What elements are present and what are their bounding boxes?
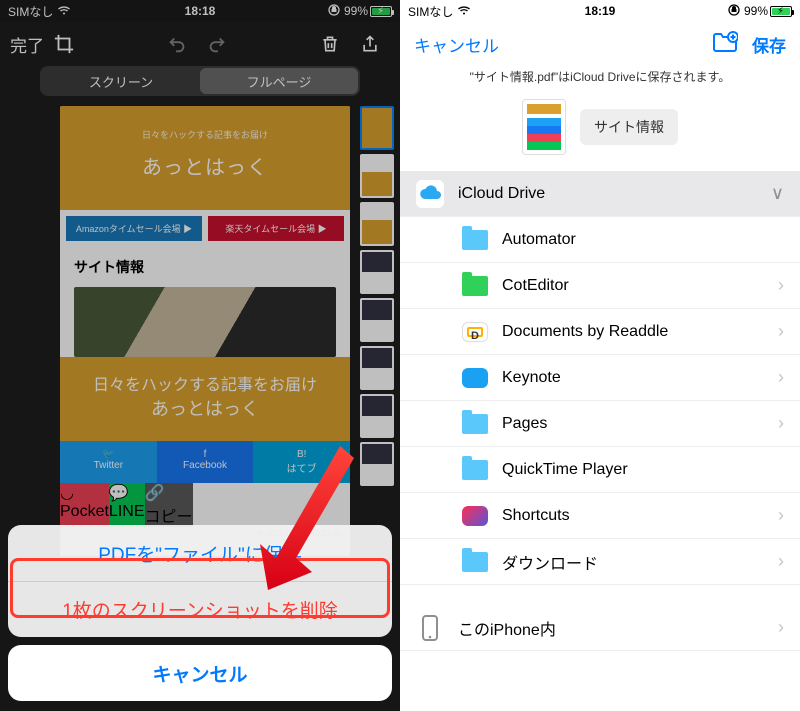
chevron-right-icon: ›: [778, 413, 784, 434]
new-folder-icon[interactable]: [712, 31, 738, 58]
chevron-right-icon: ›: [778, 367, 784, 388]
chevron-right-icon: ›: [778, 505, 784, 526]
chevron-right-icon: ›: [778, 275, 784, 296]
file-thumbnail: [522, 99, 566, 155]
row-label: Documents by Readdle: [502, 323, 778, 341]
row-quicktime[interactable]: QuickTime Player: [400, 447, 800, 493]
row-label: Automator: [502, 231, 784, 249]
chevron-right-icon: ›: [778, 321, 784, 342]
nav-bar: キャンセル 保存: [400, 22, 800, 66]
folder-icon: [462, 414, 488, 434]
clock: 18:19: [585, 4, 616, 18]
icloud-icon: [416, 180, 444, 208]
row-keynote[interactable]: Keynote ›: [400, 355, 800, 401]
location-list: iCloud Drive ∨ Automator CotEditor › D D…: [400, 171, 800, 651]
app-icon-keynote: [462, 368, 488, 388]
folder-icon: [462, 552, 488, 572]
row-label: Shortcuts: [502, 507, 778, 525]
row-label: このiPhone内: [458, 616, 778, 640]
row-shortcuts[interactable]: Shortcuts ›: [400, 493, 800, 539]
row-label: CotEditor: [502, 277, 778, 295]
folder-icon: [462, 460, 488, 480]
battery-indicator: 99% ⚡︎: [744, 4, 792, 18]
row-label: Keynote: [502, 369, 778, 387]
filename-field[interactable]: サイト情報: [580, 109, 678, 145]
app-icon-shortcuts: [462, 506, 488, 526]
left-screenshot-editor: SIMなし 18:18 99% ⚡︎ 完了: [0, 0, 400, 711]
row-label: Pages: [502, 415, 778, 433]
app-icon-documents: D: [462, 322, 488, 342]
save-location-message: "サイト情報.pdf"はiCloud Driveに保存されます。: [400, 66, 800, 95]
status-bar: SIMなし 18:19 99% ⚡︎: [400, 0, 800, 22]
row-coteditor[interactable]: CotEditor ›: [400, 263, 800, 309]
chevron-down-icon: ∨: [771, 183, 784, 204]
chevron-right-icon: ›: [778, 617, 784, 638]
row-label: ダウンロード: [502, 550, 778, 574]
row-documents[interactable]: D Documents by Readdle ›: [400, 309, 800, 355]
folder-icon: [462, 230, 488, 250]
row-downloads[interactable]: ダウンロード ›: [400, 539, 800, 585]
row-label: QuickTime Player: [502, 461, 784, 479]
save-button[interactable]: 保存: [752, 32, 786, 57]
carrier-label: SIMなし: [408, 3, 453, 20]
orientation-lock-icon: [728, 4, 740, 19]
annotation-arrow-icon: [230, 440, 360, 600]
wifi-icon: [457, 4, 471, 18]
row-icloud-drive[interactable]: iCloud Drive ∨: [400, 171, 800, 217]
row-pages[interactable]: Pages ›: [400, 401, 800, 447]
cancel-button[interactable]: キャンセル: [8, 645, 392, 701]
row-automator[interactable]: Automator: [400, 217, 800, 263]
cancel-button[interactable]: キャンセル: [414, 32, 499, 57]
row-on-my-iphone[interactable]: このiPhone内 ›: [400, 605, 800, 651]
folder-icon: [462, 276, 488, 296]
row-label: iCloud Drive: [458, 185, 771, 203]
chevron-right-icon: ›: [778, 551, 784, 572]
right-files-save-dialog: SIMなし 18:19 99% ⚡︎ キャンセル 保存: [400, 0, 800, 711]
iphone-icon: [416, 614, 444, 642]
file-header: サイト情報: [400, 95, 800, 171]
